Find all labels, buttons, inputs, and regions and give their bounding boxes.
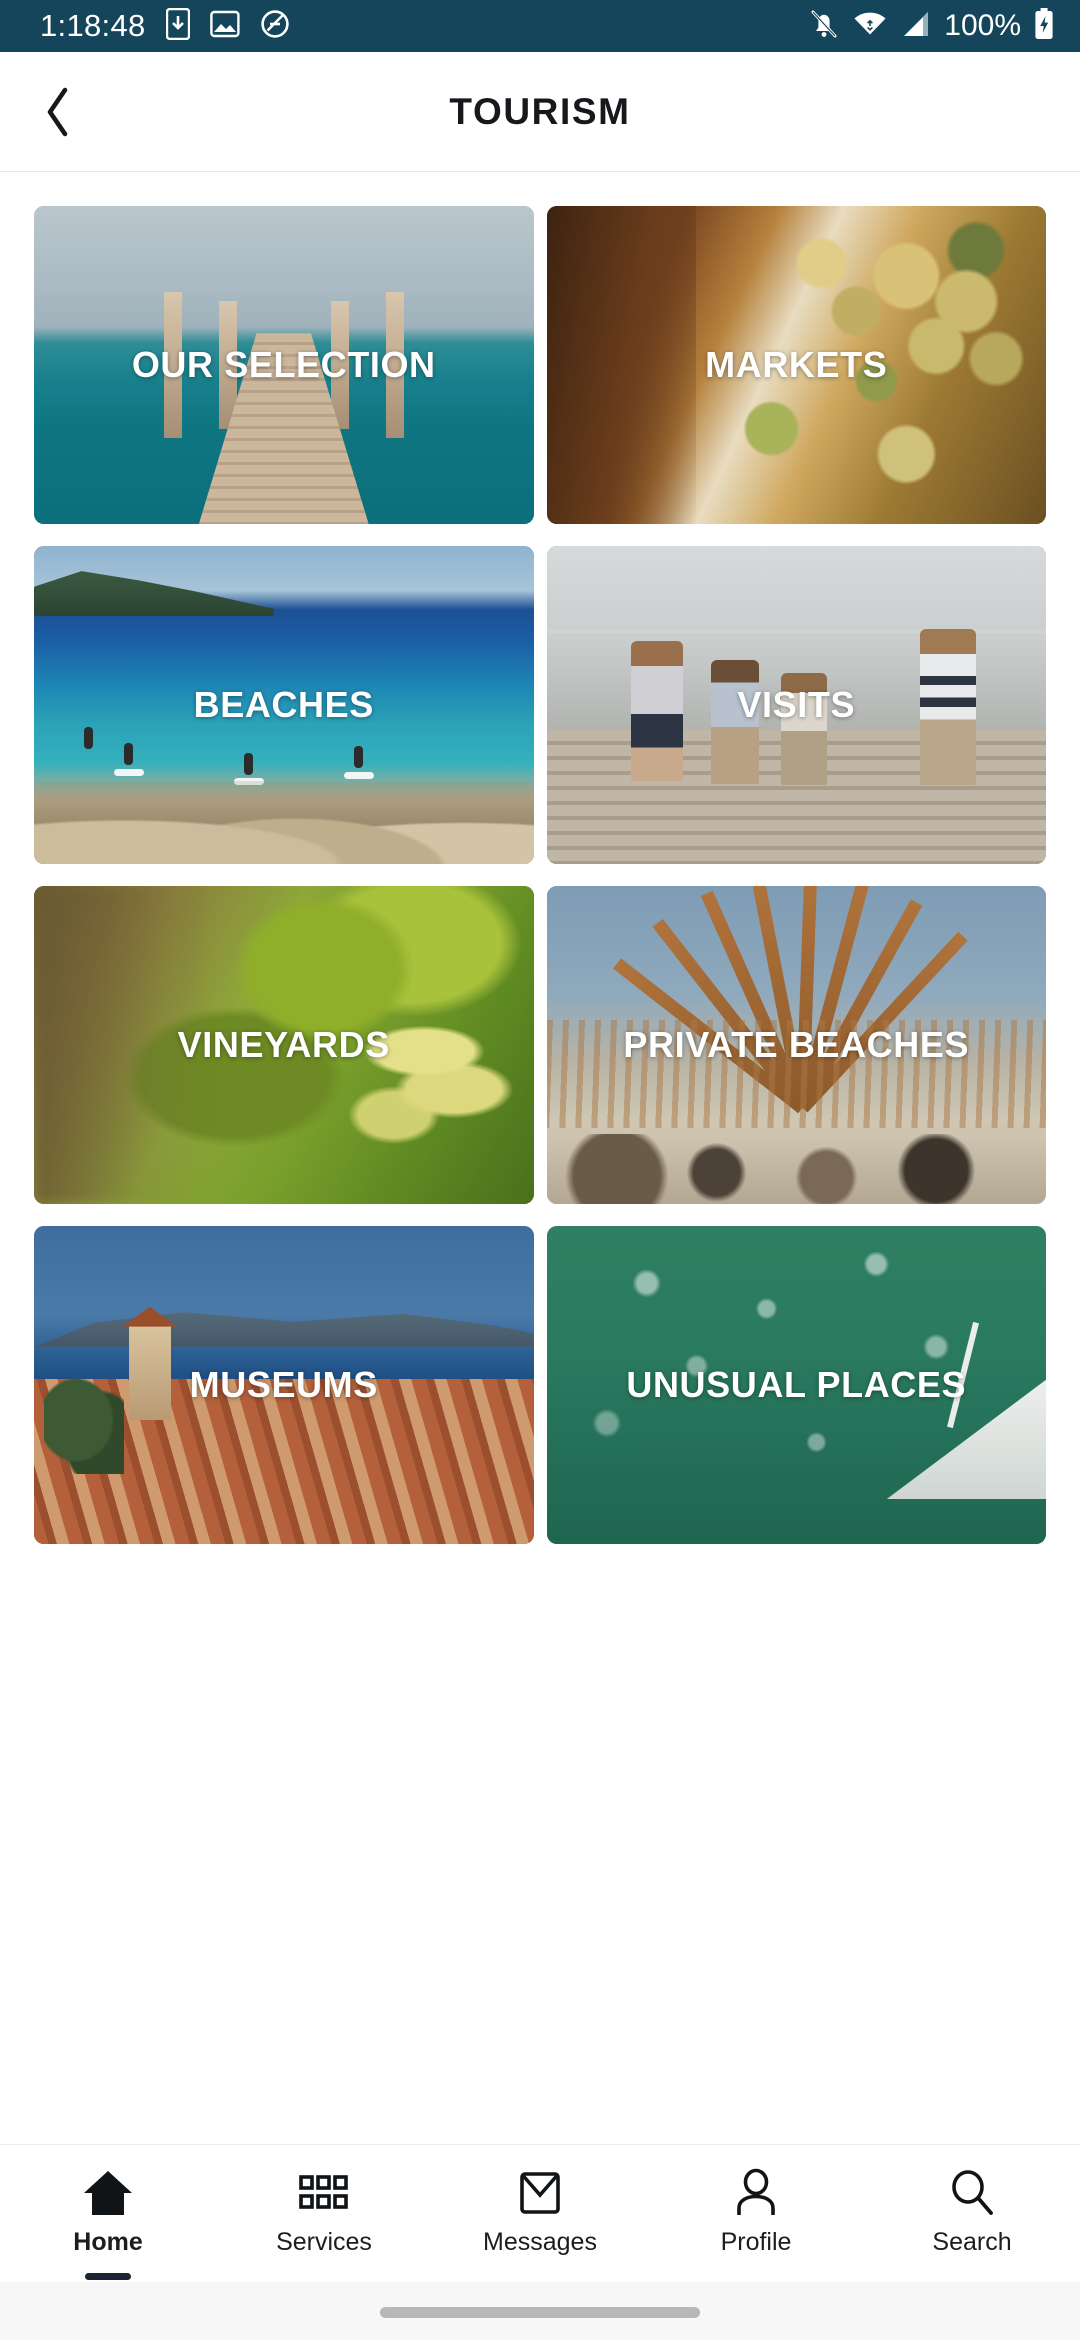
category-label: OUR SELECTION: [131, 344, 436, 386]
category-card-beaches[interactable]: BEACHES: [34, 546, 534, 864]
nav-item-profile[interactable]: Profile: [648, 2167, 864, 2257]
do-not-disturb-icon: [260, 9, 290, 44]
wifi-icon: [852, 10, 888, 43]
category-card-unusual-places[interactable]: UNUSUAL PLACES: [546, 1226, 1046, 1544]
category-card-museums[interactable]: MUSEUMS: [34, 1226, 534, 1544]
nav-item-services[interactable]: Services: [216, 2167, 432, 2257]
category-label: VISITS: [737, 684, 856, 726]
home-indicator[interactable]: [380, 2307, 700, 2318]
category-card-markets[interactable]: MARKETS: [546, 206, 1046, 524]
app-bar: TOURISM: [0, 52, 1080, 172]
category-card-vineyards[interactable]: VINEYARDS: [34, 886, 534, 1204]
nav-item-search[interactable]: Search: [864, 2167, 1080, 2257]
page-title: TOURISM: [449, 90, 631, 132]
status-bar: 1:18:48 100%: [0, 0, 1080, 52]
download-icon: [165, 7, 190, 45]
home-icon: [81, 2167, 135, 2219]
nav-label: Messages: [483, 2228, 597, 2256]
battery-charging-icon: [1034, 7, 1054, 45]
category-scroll-area[interactable]: OUR SELECTION MARKETS BEACHES VISITS VIN…: [0, 172, 1080, 2144]
category-label: BEACHES: [193, 684, 374, 726]
back-button[interactable]: [22, 76, 94, 148]
active-tab-indicator: [85, 2273, 131, 2280]
status-bar-right: 100%: [809, 7, 1054, 45]
category-label: UNUSUAL PLACES: [626, 1364, 967, 1406]
nav-label: Services: [276, 2228, 372, 2256]
person-icon: [730, 2167, 782, 2219]
category-label: MUSEUMS: [189, 1364, 378, 1406]
category-label: MARKETS: [705, 344, 888, 386]
cellular-signal-icon: [901, 10, 931, 43]
nav-item-home[interactable]: Home: [0, 2167, 216, 2280]
bottom-navigation-bar: Home Services Messages Profile Search: [0, 2144, 1080, 2340]
magnifier-icon: [946, 2167, 998, 2219]
battery-percent-label: 100%: [944, 9, 1021, 42]
nav-label: Search: [932, 2228, 1012, 2256]
status-clock: 1:18:48: [40, 8, 146, 43]
image-icon: [209, 10, 240, 43]
status-bar-left: 1:18:48: [40, 7, 290, 45]
grid-squares-icon: [297, 2167, 351, 2219]
nav-label: Home: [73, 2228, 143, 2256]
category-label: PRIVATE BEACHES: [623, 1024, 970, 1066]
category-card-private-beaches[interactable]: PRIVATE BEACHES: [546, 886, 1046, 1204]
nav-item-messages[interactable]: Messages: [432, 2167, 648, 2257]
envelope-icon: [514, 2167, 566, 2219]
category-label: VINEYARDS: [177, 1024, 390, 1066]
bell-off-icon: [809, 8, 839, 45]
category-card-our-selection[interactable]: OUR SELECTION: [34, 206, 534, 524]
chevron-left-icon: [47, 87, 68, 136]
nav-label: Profile: [720, 2228, 792, 2256]
category-card-visits[interactable]: VISITS: [546, 546, 1046, 864]
category-grid: OUR SELECTION MARKETS BEACHES VISITS VIN…: [0, 172, 1080, 1544]
